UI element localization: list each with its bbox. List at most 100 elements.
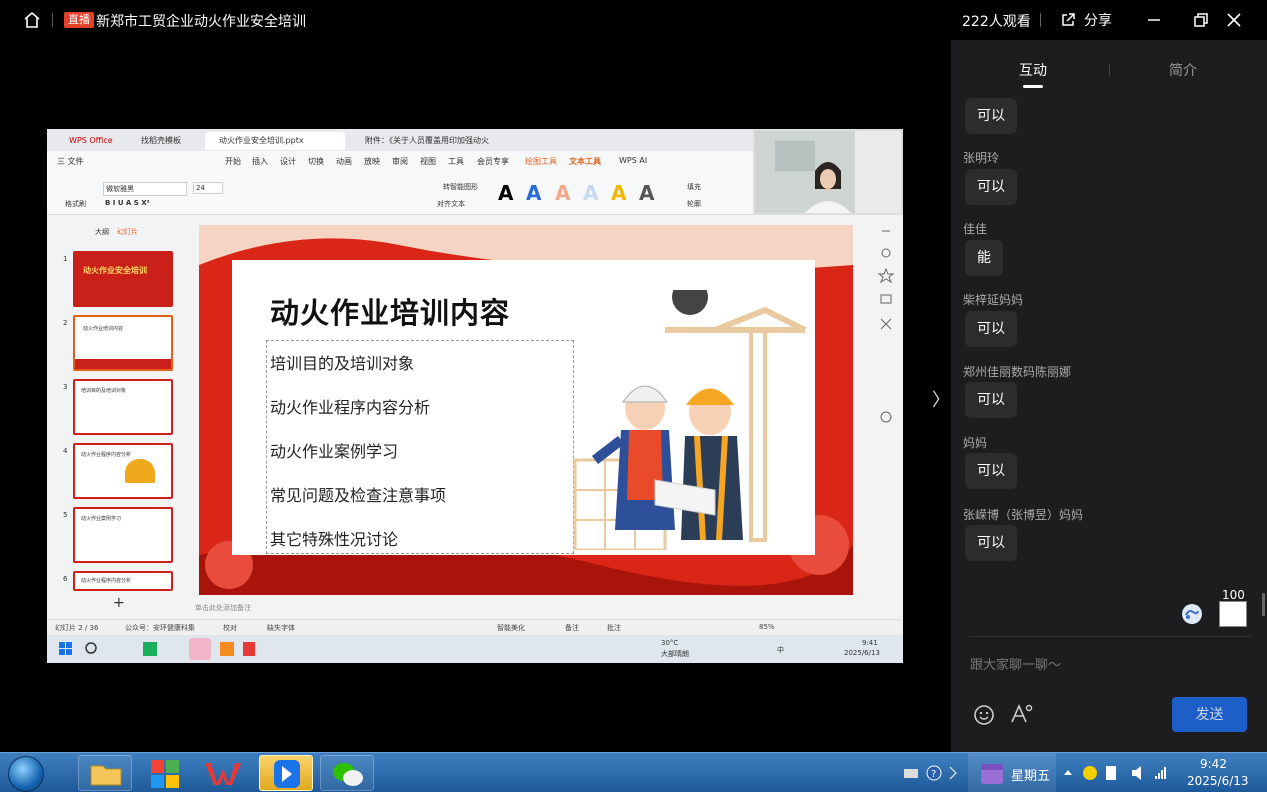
home-icon[interactable] [22,10,42,30]
live-app-taskbar-button[interactable] [259,755,313,791]
wps-tab[interactable]: WPS Office [55,132,113,150]
chat-scrollbar[interactable] [1262,593,1265,616]
notes-hint[interactable]: 单击此处添加备注 [195,603,251,613]
font-size-select[interactable]: 24 [193,182,223,194]
chat-username: 郑州佳丽数码陈丽娜 [963,365,1072,379]
share-button[interactable]: 分享 [1060,10,1112,30]
send-button[interactable]: 发送 [1172,697,1247,732]
text-style-blue[interactable]: A [526,181,541,205]
like-icon[interactable] [1181,603,1203,625]
video-player[interactable]: WPS Office 找稻壳模板 动火作业安全培训.pptx 附件：《关于人员覆… [47,129,903,663]
chat-username: 张明玲 [963,151,1000,165]
menu-item[interactable]: 绘图工具 [525,156,557,167]
file-explorer-taskbar-button[interactable] [78,755,132,791]
proofread-button[interactable]: 校对 [223,623,237,633]
text-style-outline[interactable]: A [583,181,598,205]
calendar-widget[interactable]: 星期五 [968,753,1056,792]
wps-tab[interactable]: 找稻壳模板 [127,132,181,150]
emoji-icon[interactable] [973,704,995,726]
slide-thumbnail[interactable]: 培训目的及培训对象 [73,379,173,435]
like-count: 100 [1222,588,1245,602]
menu-item[interactable]: 动画 [336,156,352,167]
add-slide-button[interactable]: + [113,595,125,611]
tray-icons-left[interactable]: ? [900,761,960,785]
start-button[interactable] [8,756,44,792]
chat-input[interactable] [970,658,1170,673]
public-account: 公众号：安环健康科集 [125,624,195,632]
live-stream-window: 直播 新郑市工贸企业动火作业安全培训 222人观看 分享 WPS Office … [0,0,1267,792]
slide-thumbnail-active[interactable]: 动火作业培训内容 [73,315,173,371]
align-text-button[interactable]: 对齐文本 [437,199,465,209]
folder-icon [90,765,122,786]
text-style-orange[interactable]: A [555,181,570,205]
text-box-selection[interactable] [266,340,574,554]
viewer-count: 222人观看 [962,14,1031,30]
menu-item[interactable]: 切换 [308,156,324,167]
chat-username: 柴梓延妈妈 [963,293,1024,307]
menu-item[interactable]: 视图 [420,156,436,167]
missing-font-button[interactable]: 缺失字体 [267,623,295,633]
menu-item[interactable]: 三 文件 [57,156,84,167]
minimize-icon[interactable] [1144,10,1164,30]
menu-item[interactable]: 插入 [252,156,268,167]
tab-intro[interactable]: 简介 [1169,60,1197,80]
text-style-gray[interactable]: A [639,181,654,205]
chat-message-bubble: 可以 [965,311,1017,347]
presenter-silhouette [755,131,901,213]
wps-tab-active[interactable]: 动火作业安全培训.pptx [205,132,345,150]
text-style-icon[interactable] [1009,702,1033,726]
system-tray-icons[interactable] [1060,761,1170,785]
menu-item[interactable]: 工具 [448,156,464,167]
divider [1109,64,1110,76]
chat-username: 佳佳 [963,222,988,236]
font-name-select[interactable]: 微软雅黑 [103,182,187,196]
menu-item[interactable]: 会员专享 [477,156,509,167]
wps-tab[interactable]: 附件：《关于人员覆盖用印加强动火 [351,132,489,150]
smartart-button[interactable]: 转智能图形 [443,182,478,192]
collapse-panel-button[interactable]: 〉 [932,386,950,412]
fill-button[interactable]: 填充 [687,182,701,192]
slide-thumbnail[interactable]: 动火作业安全培训 [73,251,173,307]
chat-list[interactable]: 可以 张明玲 可以 佳佳 能 柴梓延妈妈 可以 郑州佳丽数码陈丽娜 可以 妈妈 … [951,96,1267,616]
svg-text:?: ? [931,769,936,780]
menu-item-active[interactable]: 文本工具 [569,156,601,167]
slide-content[interactable]: 动火作业培训内容 培训目的及培训对象 动火作业程序内容分析 动火作业案例学习 常… [232,260,815,555]
menu-item[interactable]: 审阅 [392,156,408,167]
slide-title[interactable]: 动火作业培训内容 [270,290,510,332]
close-icon[interactable] [1224,10,1244,30]
interaction-panel: 互动 简介 可以 张明玲 可以 佳佳 能 柴梓延妈妈 可以 郑州佳丽数码陈丽娜 … [951,40,1267,752]
comments-button[interactable]: 批注 [607,623,621,633]
slide-thumbnail[interactable]: 动火作业程序内容分析 [73,443,173,499]
menu-item[interactable]: WPS AI [619,156,647,165]
tab-interaction[interactable]: 互动 [1019,60,1047,80]
clock-time[interactable]: 9:42 [1200,757,1227,771]
slide-thumbnail[interactable]: 动火作业案例学习 [73,507,173,563]
clock-date[interactable]: 2025/6/13 [1187,774,1249,788]
slide-canvas[interactable]: 动火作业培训内容 培训目的及培训对象 动火作业程序内容分析 动火作业案例学习 常… [199,225,853,595]
format-painter-label[interactable]: 格式刷 [65,199,86,209]
wps-icon [205,763,241,785]
restore-icon[interactable] [1191,10,1211,30]
text-style-black[interactable]: A [498,181,513,205]
menu-item[interactable]: 设计 [280,156,296,167]
outline-tab[interactable]: 大纲 [95,227,109,237]
divider [969,636,1251,637]
ribbon-format-buttons[interactable]: B I U A S X² [105,199,150,207]
app-taskbar-button[interactable] [139,755,193,791]
ime-indicator[interactable]: 中 [777,645,784,655]
slide-thumbnail[interactable]: 动火作业程序内容分析 [73,571,173,591]
toolbar-icons[interactable] [873,219,899,439]
zoom-level[interactable]: 85% [759,623,775,631]
gift-image[interactable] [1219,601,1247,627]
notes-button[interactable]: 备注 [565,623,579,633]
slides-tab[interactable]: 幻灯片 [117,227,138,237]
menu-item[interactable]: 放映 [364,156,380,167]
wechat-icon [333,763,363,786]
wps-taskbar-button[interactable] [199,755,253,791]
outline-button[interactable]: 轮廓 [687,199,701,209]
text-style-gold[interactable]: A [611,181,626,205]
wechat-taskbar-button[interactable] [320,755,374,791]
menu-item[interactable]: 开始 [225,156,241,167]
divider [1040,13,1041,27]
smart-beautify-button[interactable]: 智能美化 [497,623,525,633]
